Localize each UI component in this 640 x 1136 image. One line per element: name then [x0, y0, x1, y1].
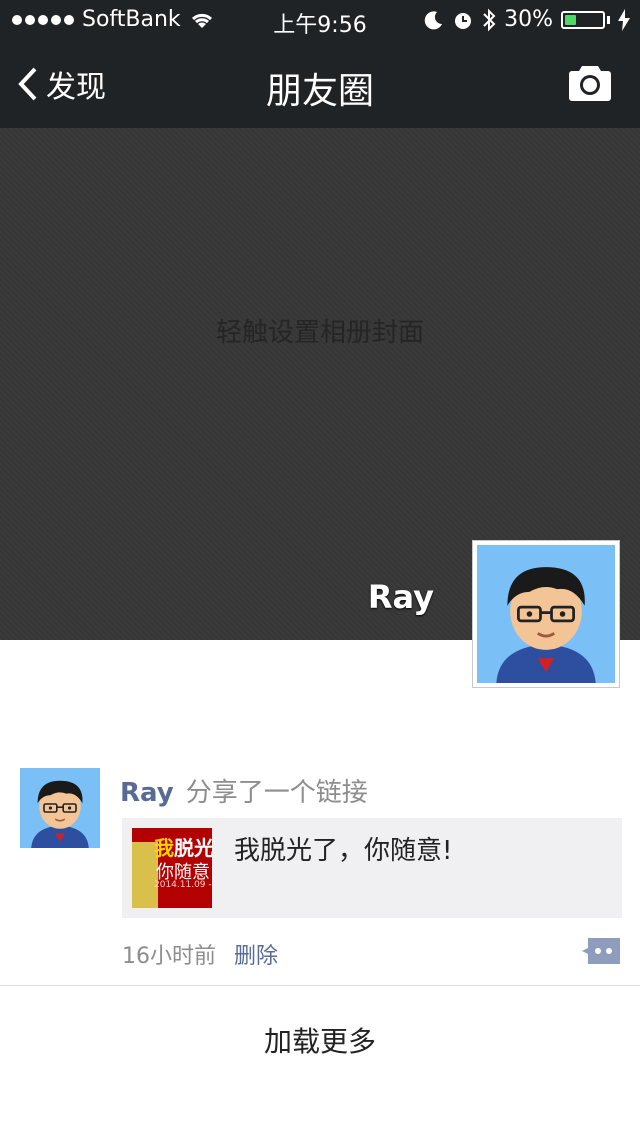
battery-tip	[607, 15, 610, 24]
comment-menu-icon[interactable]	[582, 938, 620, 964]
battery-icon	[561, 10, 605, 29]
shared-link-card[interactable]: 我脱光 你随意 2014.11.09 - 20 我脱光了，你随意!	[122, 818, 622, 918]
thumb-date: 2014.11.09 - 20	[154, 880, 212, 890]
avatar-image	[477, 545, 615, 683]
post-action-text: 分享了一个链接	[185, 778, 368, 808]
divider	[0, 985, 640, 986]
moon-icon	[424, 10, 443, 29]
bluetooth-icon	[483, 8, 496, 31]
status-bar: SoftBank 上午9:56 30%	[0, 0, 640, 40]
profile-avatar[interactable]	[472, 540, 620, 688]
post-header: Ray 分享了一个链接	[120, 772, 368, 809]
camera-icon[interactable]	[568, 62, 612, 102]
load-more-button[interactable]: 加载更多	[0, 1020, 640, 1060]
post-author-name[interactable]: Ray	[120, 778, 174, 808]
post-meta: 16小时前 删除	[122, 938, 278, 970]
navigation-bar: 发现 朋友圈	[0, 40, 640, 128]
alarm-icon	[455, 12, 472, 29]
battery-percent: 30%	[504, 7, 553, 32]
link-thumbnail: 我脱光 你随意 2014.11.09 - 20	[132, 828, 212, 908]
post-time: 16小时前	[122, 944, 216, 969]
link-title: 我脱光了，你随意!	[234, 836, 453, 866]
cover-hint: 轻触设置相册封面	[215, 318, 424, 348]
thumb-text-b: 脱光	[174, 836, 212, 860]
cover-user-name: Ray	[367, 578, 434, 616]
thumb-text-a: 我	[154, 836, 174, 860]
delete-button[interactable]: 删除	[234, 944, 278, 969]
page-title: 朋友圈	[265, 71, 374, 112]
charging-icon	[618, 8, 630, 31]
post-avatar[interactable]	[20, 768, 100, 848]
